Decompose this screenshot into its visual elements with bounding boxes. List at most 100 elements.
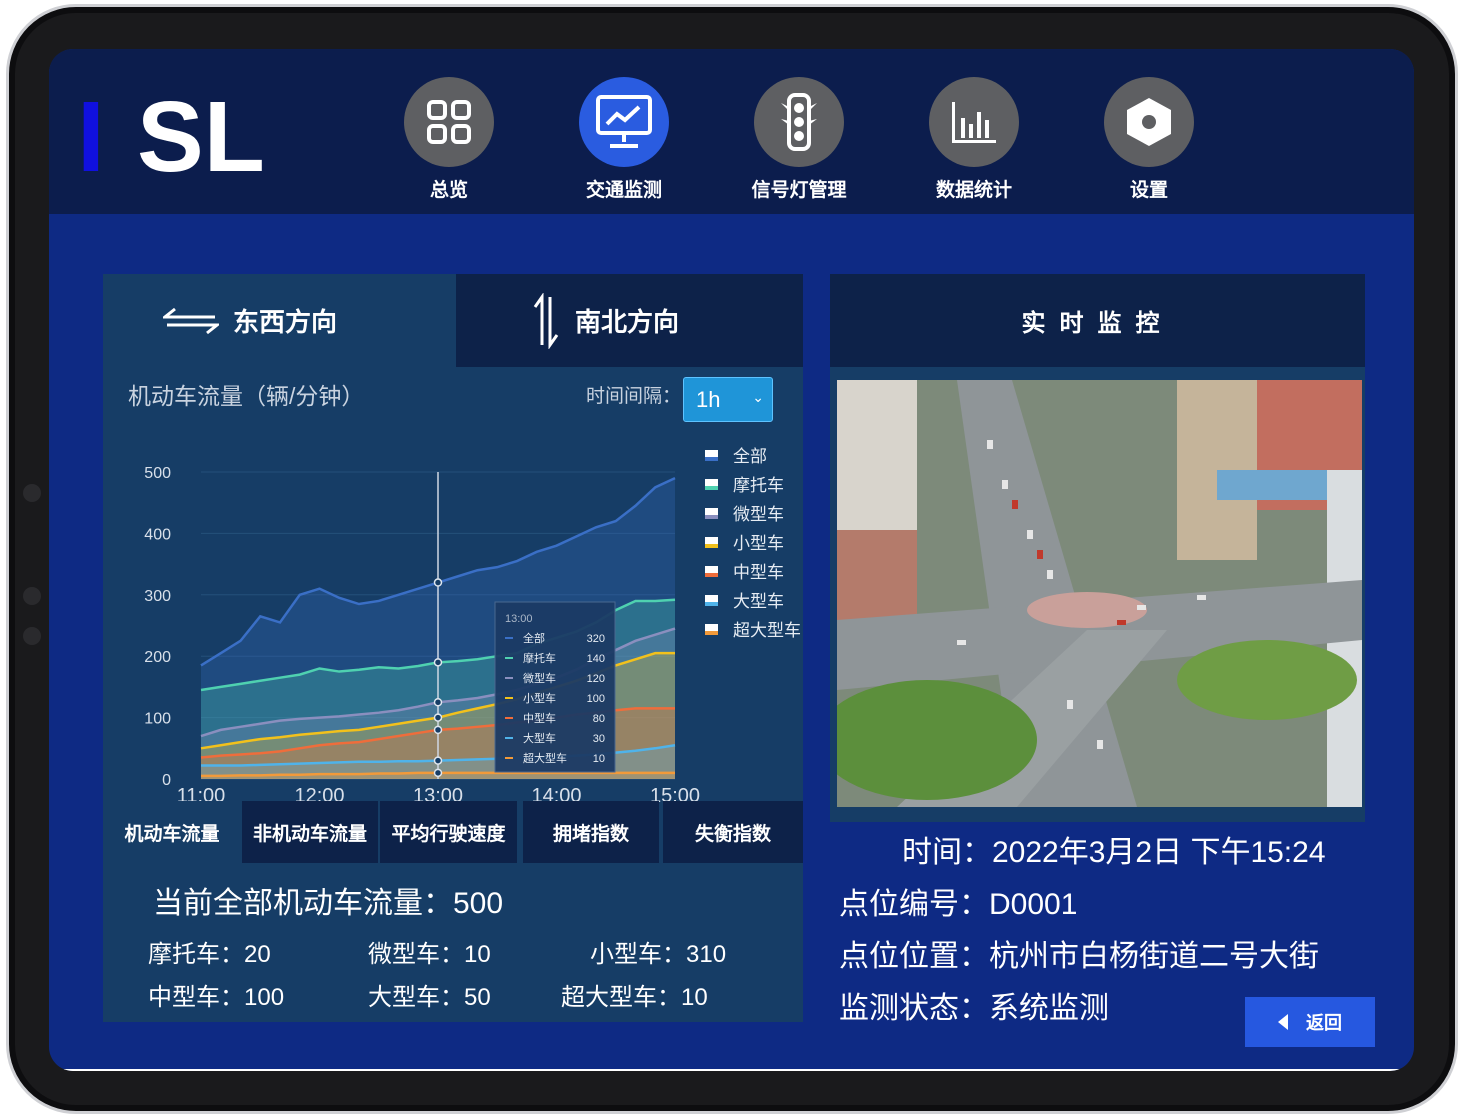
monitor-status: 监测状态：系统监测 xyxy=(839,992,1109,1025)
hover-point xyxy=(433,756,443,765)
legend-label: 大型车 xyxy=(733,592,784,611)
nav-traffic-monitoring[interactable]: 交通监测 xyxy=(569,77,679,207)
chevron-down-icon: ⌄ xyxy=(752,389,764,405)
legend-label: 全部 xyxy=(733,447,767,466)
nav-data-statistics[interactable]: 数据统计 xyxy=(919,77,1029,207)
tooltip-value: 10 xyxy=(593,753,605,765)
tab-vehicle-flow[interactable]: 机动车流量 xyxy=(103,801,241,863)
hexagon-settings-icon xyxy=(1104,77,1194,167)
interval-value: 1h xyxy=(696,386,721,412)
legend-label: 中型车 xyxy=(733,563,784,582)
hover-point xyxy=(433,725,443,735)
tooltip-series-name: 中型车 xyxy=(523,711,556,725)
monitor-point-id: 点位编号：D0001 xyxy=(839,888,1078,921)
tooltip-series-name: 全部 xyxy=(523,631,545,645)
tab-imbalance-index[interactable]: 失衡指数 xyxy=(663,801,803,863)
top-navigation-bar: I SL 总览 交通监测 信号灯管理 数据统计 设置 xyxy=(49,49,1414,214)
back-button[interactable]: 返回 xyxy=(1245,997,1375,1047)
tab-average-speed[interactable]: 平均行驶速度 xyxy=(380,801,517,863)
tab-non-vehicle-flow[interactable]: 非机动车流量 xyxy=(242,801,378,863)
monitor-time: 时间：2022年3月2日 下午15:24 xyxy=(902,836,1326,869)
chart-tooltip xyxy=(494,601,616,773)
tooltip-value: 120 xyxy=(587,673,605,685)
east-west-arrows-icon xyxy=(163,307,219,334)
tab-north-south[interactable]: 南北方向 xyxy=(456,274,803,367)
tab-congestion-index[interactable]: 拥堵指数 xyxy=(523,801,659,863)
traffic-flow-panel: 东西方向 南北方向 机动车流量（辆/分钟） 时间间隔： 1h ⌄ 0 100 200… xyxy=(103,274,803,1022)
interval-label: 时间间隔： xyxy=(586,386,682,407)
back-label: 返回 xyxy=(1306,1013,1342,1033)
side-button xyxy=(23,484,41,502)
tab-label: 南北方向 xyxy=(575,307,680,337)
y-tick-label: 0 xyxy=(162,772,171,789)
metric-tabs: 机动车流量 非机动车流量 平均行驶速度 拥堵指数 失衡指数 xyxy=(103,801,803,863)
current-total-flow: 当前全部机动车流量：500 xyxy=(153,887,504,920)
north-south-arrows-icon xyxy=(533,292,559,349)
nav-signal-management[interactable]: 信号灯管理 xyxy=(744,77,854,207)
side-button xyxy=(23,627,41,645)
nav-label: 总览 xyxy=(429,180,468,201)
traffic-flow-chart[interactable]: 010020030040050011:00 12:00 13:00 14:00 15:0… xyxy=(103,424,803,804)
tab-label: 失衡指数 xyxy=(694,823,771,845)
legend-swatch-color xyxy=(705,631,718,635)
side-button xyxy=(23,587,41,605)
stat-large-car: 大型车：50 xyxy=(368,984,491,1011)
grid-icon xyxy=(404,77,494,167)
legend-swatch-color xyxy=(705,457,718,461)
traffic-light-icon xyxy=(754,77,844,167)
interval-select[interactable]: 1h ⌄ xyxy=(683,377,773,422)
tooltip-value: 320 xyxy=(587,633,605,645)
tab-label: 非机动车流量 xyxy=(252,823,367,845)
tooltip-series-name: 摩托车 xyxy=(523,651,556,665)
legend-swatch-color xyxy=(705,486,718,490)
hover-point xyxy=(433,698,443,707)
back-arrow-icon xyxy=(1278,1014,1288,1030)
stat-motorcycle: 摩托车：20 xyxy=(148,941,271,968)
legend-swatch-color xyxy=(705,515,718,519)
hover-point xyxy=(433,658,443,667)
y-tick-label: 300 xyxy=(144,588,171,605)
tab-label: 东西方向 xyxy=(233,307,338,337)
legend-label: 微型车 xyxy=(733,505,784,524)
app-screen: I SL 总览 交通监测 信号灯管理 数据统计 设置 东西方向 南北方向 机动车… xyxy=(49,49,1414,1071)
hover-point xyxy=(433,768,443,778)
tooltip-value: 30 xyxy=(593,733,605,745)
tooltip-series-name: 微型车 xyxy=(523,671,556,685)
y-tick-label: 500 xyxy=(144,465,171,482)
divider xyxy=(49,1069,1414,1071)
y-tick-label: 100 xyxy=(144,711,171,728)
nav-settings[interactable]: 设置 xyxy=(1094,77,1204,207)
stat-medium-car: 中型车：100 xyxy=(148,984,285,1011)
camera-feed-image[interactable] xyxy=(837,380,1362,807)
bar-chart-icon xyxy=(929,77,1019,167)
hover-point xyxy=(433,713,443,722)
tab-label: 拥堵指数 xyxy=(552,823,629,845)
tooltip-series-name: 超大型车 xyxy=(523,751,567,765)
stat-xlarge-car: 超大型车：10 xyxy=(561,984,708,1011)
legend-label: 超大型车 xyxy=(733,621,801,640)
stat-small-car: 小型车：310 xyxy=(590,941,727,968)
tooltip-time: 13:00 xyxy=(505,613,533,625)
nav-label: 交通监测 xyxy=(585,180,662,201)
nav-label: 设置 xyxy=(1129,180,1168,201)
tooltip-series-name: 小型车 xyxy=(523,691,556,705)
tab-east-west[interactable]: 东西方向 xyxy=(103,274,453,367)
nav-overview[interactable]: 总览 xyxy=(394,77,504,207)
y-tick-label: 400 xyxy=(144,526,171,543)
tooltip-value: 80 xyxy=(593,713,605,725)
legend-label: 小型车 xyxy=(733,534,784,553)
monitor-header: 实时监控 xyxy=(830,274,1365,367)
legend-swatch-color xyxy=(705,602,718,606)
stat-mini-car: 微型车：10 xyxy=(368,941,491,968)
legend-label: 摩托车 xyxy=(733,476,784,495)
tooltip-series-name: 大型车 xyxy=(523,731,556,745)
chart-title: 机动车流量（辆/分钟） xyxy=(128,383,365,409)
tooltip-value: 100 xyxy=(587,693,605,705)
isl-logo: I SL xyxy=(77,89,265,179)
legend-swatch-color xyxy=(705,544,718,548)
hover-point xyxy=(433,578,443,587)
y-tick-label: 200 xyxy=(144,649,171,666)
logo-letter-i: I xyxy=(77,89,105,179)
nav-label: 数据统计 xyxy=(935,180,1012,201)
nav-label: 信号灯管理 xyxy=(751,180,847,201)
